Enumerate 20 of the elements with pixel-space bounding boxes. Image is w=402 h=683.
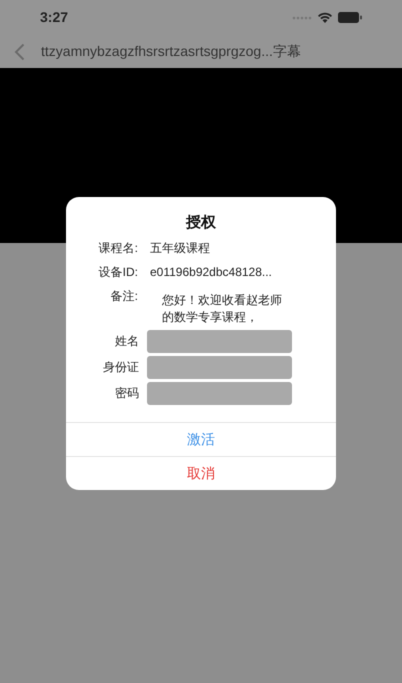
dialog-title: 授权 xyxy=(186,213,216,233)
back-icon[interactable] xyxy=(14,42,25,60)
cancel-button[interactable]: 取消 xyxy=(66,456,336,490)
activate-button[interactable]: 激活 xyxy=(66,422,336,456)
wifi-icon xyxy=(317,12,333,24)
info-label: 备注: xyxy=(110,288,139,304)
input-field[interactable] xyxy=(147,356,292,378)
info-label: 课程名: xyxy=(98,240,139,256)
remark-text: 您好！欢迎收看赵老师的数学专享课程， xyxy=(161,292,283,326)
field-label: 密码 xyxy=(114,385,140,402)
nav-title: ttzyamnybzagzfhsrsrtzasrtsgprgzog...字幕 xyxy=(41,42,301,61)
input-field[interactable] xyxy=(147,382,292,404)
status-time: 3:27 xyxy=(40,8,68,27)
field-label: 身份证 xyxy=(102,359,140,376)
battery-icon xyxy=(338,12,362,23)
input-field[interactable] xyxy=(147,330,292,352)
info-value: e01196b92dbc48128... xyxy=(150,264,272,280)
field-label: 姓名 xyxy=(114,333,140,350)
info-label: 设备ID: xyxy=(98,264,139,280)
info-value: 五年级课程 xyxy=(150,240,210,256)
